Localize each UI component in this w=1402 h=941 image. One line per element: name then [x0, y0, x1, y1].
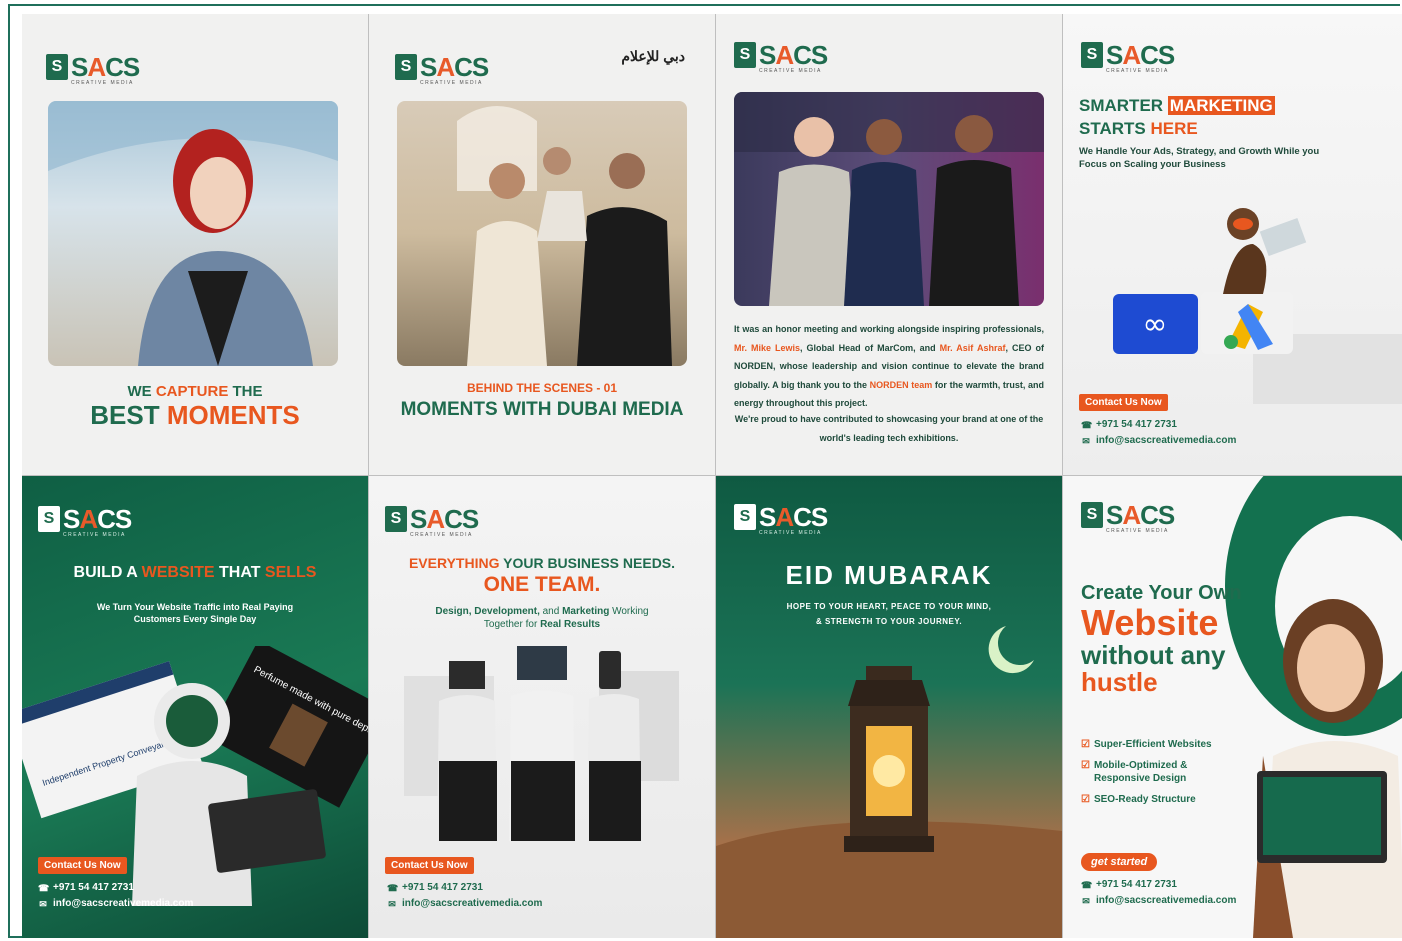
- post5-headline: BUILD A WEBSITE THAT SELLS: [73, 564, 317, 581]
- monkey-ads-illustration: ∞: [1113, 184, 1402, 404]
- post6-contact: ☎ +971 54 417 2731 ✉ info@sacscreativemedi…: [387, 880, 542, 912]
- post-one-team[interactable]: S SACS CREATIVE MEDIA EVERYTHING YOUR BUS…: [369, 476, 715, 938]
- post3-caption: It was an honor meeting and working alon…: [734, 324, 1044, 408]
- sacs-logo: S SACS CREATIVE MEDIA: [734, 504, 828, 536]
- eid-subtitle: HOPE TO YOUR HEART, PEACE TO YOUR MIND,: [786, 602, 992, 611]
- logo-mark-icon: S: [1081, 42, 1103, 68]
- checkbox-icon: ☑: [1081, 739, 1090, 750]
- post-norden-meeting[interactable]: S SACS CREATIVE MEDIA It was an honor mee…: [716, 14, 1062, 475]
- team-illustration: [399, 641, 689, 861]
- sacs-logo: S SACS CREATIVE MEDIA: [385, 506, 479, 538]
- mail-icon: ✉: [1082, 436, 1090, 446]
- logo-mark-icon: S: [734, 42, 756, 68]
- post-eid-mubarak[interactable]: S SACS CREATIVE MEDIA EID MUBARAK HOPE TO…: [716, 476, 1062, 938]
- post4-contact: ☎ +971 54 417 2731 ✉ info@sacscreativemedi…: [1081, 417, 1236, 449]
- contact-us-button[interactable]: Contact Us Now: [1079, 394, 1168, 411]
- post-grid: S SACS CREATIVE MEDIA WE CAPTURE THE BEST…: [22, 14, 1402, 938]
- eid-title: EID MUBARAK: [785, 560, 993, 590]
- phone-icon: ☎: [1081, 420, 1093, 430]
- event-group-photo: [734, 92, 1044, 306]
- feature-item: ☑ Super-Efficient Websites: [1081, 739, 1212, 750]
- sacs-logo: S SACS CREATIVE MEDIA: [395, 54, 489, 86]
- get-started-button[interactable]: get started: [1081, 853, 1158, 871]
- mail-icon: ✉: [39, 899, 47, 909]
- mail-icon: ✉: [1082, 896, 1090, 906]
- sacs-logo: S SACS CREATIVE MEDIA: [46, 54, 140, 86]
- post4-subtitle: We Handle Your Ads, Strategy, and Growth…: [1079, 146, 1320, 170]
- sacs-logo: S SACS CREATIVE MEDIA: [734, 42, 828, 74]
- feature-item: ☑ SEO-Ready Structure: [1081, 794, 1196, 805]
- post1-line2: BEST MOMENTS: [90, 400, 300, 430]
- checkbox-icon: ☑: [1081, 794, 1090, 805]
- phone-icon: ☎: [38, 883, 50, 893]
- contact-us-button[interactable]: Contact Us Now: [38, 857, 127, 874]
- post5-subtitle: We Turn Your Website Traffic into Real P…: [96, 602, 294, 624]
- post-create-website[interactable]: S SACS CREATIVE MEDIA Create Your Own Web…: [1063, 476, 1402, 938]
- camera-head: [449, 661, 485, 689]
- post5-contact: ☎ +971 54 417 2731 ✉ info@sacscreativemedi…: [38, 880, 193, 912]
- post2-title: MOMENTS WITH DUBAI MEDIA: [400, 399, 684, 420]
- post-behind-the-scenes[interactable]: S SACS CREATIVE MEDIA دبي للإعلام BEHIND …: [369, 14, 715, 475]
- logo-mark-icon: S: [395, 54, 417, 80]
- sacs-logo: S SACS CREATIVE MEDIA: [1081, 42, 1175, 74]
- post3-caption-2: We're proud to have contributed to showc…: [734, 414, 1044, 443]
- phone-head: [599, 651, 621, 689]
- post6-headline-2: ONE TEAM.: [483, 573, 601, 596]
- feature-item: ☑ Mobile-Optimized & Responsive Design: [1081, 760, 1188, 784]
- dubai-media-logo: دبي للإعلام: [621, 48, 685, 64]
- monitor-head: [517, 646, 567, 680]
- phone-icon: ☎: [387, 883, 399, 893]
- post8-headline: Create Your Own Website without any hust…: [1081, 582, 1242, 698]
- post8-feature-list: ☑ Super-Efficient Websites ☑ Mobile-Optimi…: [1081, 738, 1231, 806]
- behind-scenes-photo: [397, 101, 687, 366]
- logo-mark-icon: S: [1081, 502, 1103, 528]
- post4-headline: SMARTER MARKETING STARTS HERE: [1079, 96, 1275, 138]
- logo-mark-icon: S: [38, 506, 60, 532]
- sacs-logo: S SACS CREATIVE MEDIA: [38, 506, 132, 538]
- logo-mark-icon: S: [385, 506, 407, 532]
- post-smarter-marketing[interactable]: S SACS CREATIVE MEDIA SMARTER MARKETING S…: [1063, 14, 1402, 475]
- checkbox-icon: ☑: [1081, 760, 1090, 771]
- post-build-website[interactable]: S SACS CREATIVE MEDIA BUILD A WEBSITE THA…: [22, 476, 368, 938]
- post-capture-best-moments[interactable]: S SACS CREATIVE MEDIA WE CAPTURE THE BEST…: [22, 14, 368, 475]
- crescent-moon-icon: [988, 626, 1034, 674]
- mail-icon: ✉: [388, 899, 396, 909]
- logo-mark-icon: S: [734, 504, 756, 530]
- svg-text:∞: ∞: [1143, 307, 1168, 342]
- post6-headline: EVERYTHING YOUR BUSINESS NEEDS.: [408, 555, 676, 571]
- post8-contact: ☎ +971 54 417 2731 ✉ info@sacscreativemedi…: [1081, 877, 1236, 909]
- post1-line1: WE CAPTURE THE: [127, 383, 263, 400]
- lantern-crescent-illustration: [716, 616, 1062, 938]
- woman-portrait-photo: [48, 101, 338, 366]
- logo-mark-icon: S: [46, 54, 68, 80]
- woman-laptop-photo: [1233, 586, 1402, 938]
- post2-kicker: BEHIND THE SCENES - 01: [466, 381, 618, 395]
- post6-subtitle: Design, Development, and Marketing Worki…: [435, 606, 649, 630]
- contact-us-button[interactable]: Contact Us Now: [385, 857, 474, 874]
- phone-icon: ☎: [1081, 880, 1093, 890]
- sacs-logo: S SACS CREATIVE MEDIA: [1081, 502, 1175, 534]
